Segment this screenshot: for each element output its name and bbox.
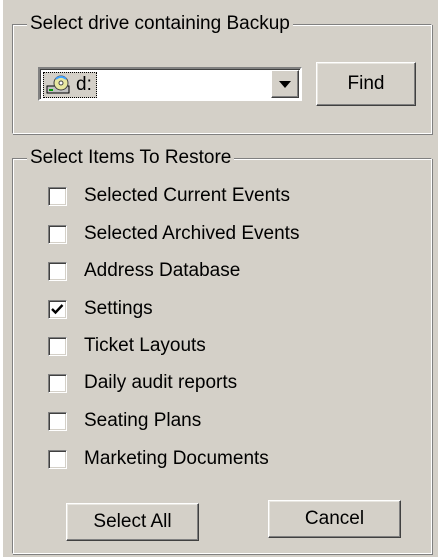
drive-select[interactable]: d: [38, 67, 302, 101]
find-button[interactable]: Find [316, 62, 416, 106]
checkbox[interactable] [48, 261, 67, 281]
restore-item[interactable]: Seating Plans [48, 408, 201, 434]
restore-item[interactable]: Ticket Layouts [48, 333, 206, 359]
restore-item-label: Ticket Layouts [84, 335, 206, 356]
checkbox[interactable] [48, 299, 67, 319]
dropdown-button[interactable] [271, 70, 299, 98]
drive-select-value: d: [43, 72, 97, 98]
drive-group-title: Select drive containing Backup [27, 13, 293, 35]
cancel-label: Cancel [304, 508, 365, 529]
checkbox[interactable] [48, 224, 67, 244]
checkbox[interactable] [48, 336, 67, 356]
checkbox[interactable] [48, 373, 67, 393]
restore-item[interactable]: Marketing Documents [48, 446, 269, 472]
checkbox[interactable] [48, 411, 67, 431]
drive-letter: d: [76, 74, 92, 95]
checkbox[interactable] [48, 449, 67, 469]
restore-item-label: Selected Current Events [84, 185, 290, 206]
restore-item[interactable]: Address Database [48, 258, 240, 284]
checkmark-icon [51, 303, 64, 314]
restore-dialog: Select drive containing Backup d: Find S… [0, 0, 438, 557]
restore-item-label: Seating Plans [84, 410, 202, 431]
restore-item[interactable]: Selected Archived Events [48, 221, 299, 247]
select-all-button[interactable]: Select All [66, 503, 199, 541]
window-edge [0, 0, 3, 557]
cancel-button[interactable]: Cancel [268, 500, 401, 538]
select-all-label: Select All [93, 511, 172, 532]
restore-item-label: Settings [84, 298, 153, 319]
restore-item-label: Selected Archived Events [84, 223, 300, 244]
restore-item[interactable]: Settings [48, 296, 153, 322]
restore-item-label: Marketing Documents [84, 448, 269, 469]
restore-item-label: Address Database [84, 260, 241, 281]
restore-item[interactable]: Daily audit reports [48, 370, 237, 396]
restore-item-label: Daily audit reports [84, 372, 238, 393]
restore-item[interactable]: Selected Current Events [48, 183, 290, 209]
restore-group-title: Select Items To Restore [27, 147, 235, 169]
chevron-down-icon [279, 80, 291, 88]
cd-drive-icon [46, 75, 72, 95]
find-button-label: Find [347, 73, 385, 94]
checkbox[interactable] [48, 186, 67, 206]
